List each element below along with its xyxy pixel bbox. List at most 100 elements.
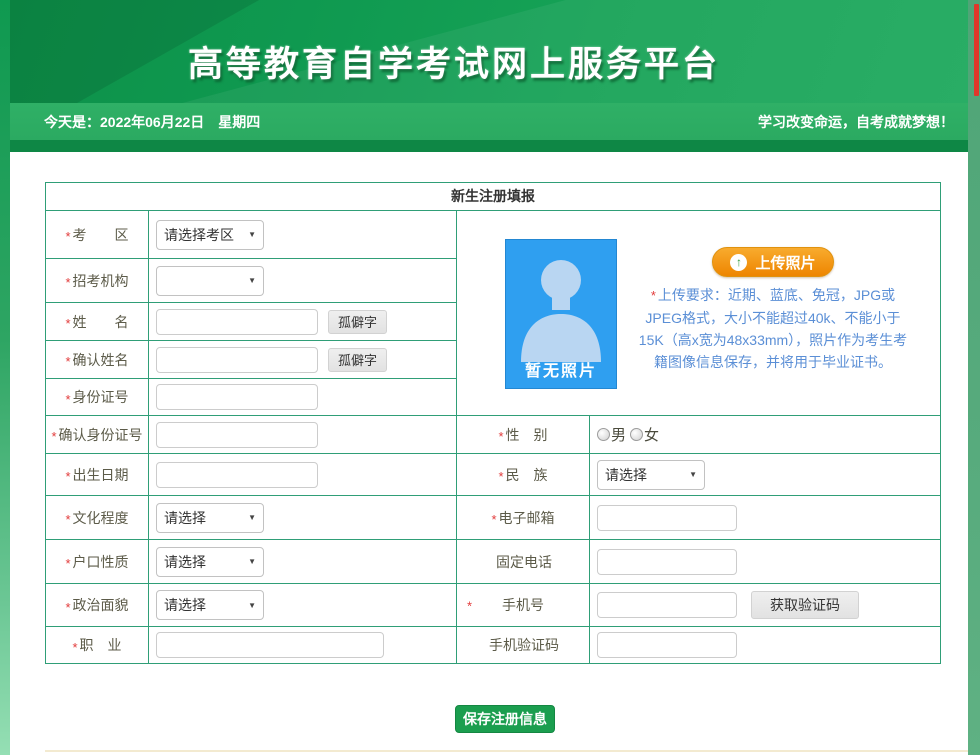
table-row: *身份证号	[46, 379, 456, 416]
field-cell	[149, 454, 456, 495]
required-asterisk: *	[65, 316, 70, 331]
exam-area-select[interactable]: 请选择考区▼	[156, 220, 264, 250]
name-input[interactable]	[156, 309, 318, 335]
gender-radio-female[interactable]	[630, 428, 643, 441]
admission-org-select[interactable]: ▼	[156, 266, 264, 296]
table-row: *确认姓名 孤僻字	[46, 341, 456, 379]
field-label: *电子邮箱	[457, 496, 590, 539]
field-cell: 请选择▼	[149, 540, 456, 583]
field-label: *文化程度	[46, 496, 149, 539]
field-label: *职 业	[46, 627, 149, 663]
field-cell: 孤僻字	[149, 341, 456, 378]
field-label: *身份证号	[46, 379, 149, 415]
required-asterisk: *	[65, 556, 70, 571]
form-title: 新生注册填报	[46, 183, 940, 211]
field-cell	[590, 540, 940, 583]
field-cell: 男 女	[590, 416, 940, 453]
confirm-id-number-input[interactable]	[156, 422, 318, 448]
mobile-input[interactable]	[597, 592, 737, 618]
table-row: *确认身份证号	[46, 416, 456, 454]
required-asterisk: *	[651, 288, 656, 303]
required-asterisk: *	[65, 392, 70, 407]
photo-placeholder: 暂无照片	[505, 239, 617, 389]
occupation-input[interactable]	[156, 632, 384, 658]
required-asterisk: *	[65, 512, 70, 527]
field-label: *招考机构	[46, 259, 149, 302]
table-row: *考 区 请选择考区▼	[46, 211, 456, 259]
field-label: *政治面貌	[46, 584, 149, 626]
left-edge-strip	[0, 0, 10, 755]
required-asterisk: *	[498, 469, 503, 484]
field-cell: 请选择▼	[149, 584, 456, 626]
table-row: *姓 名 孤僻字	[46, 303, 456, 341]
gender-radio-male[interactable]	[597, 428, 610, 441]
table-row: *出生日期	[46, 454, 456, 496]
table-row: *政治面貌 请选择▼	[46, 584, 456, 627]
scrollbar-thumb[interactable]	[974, 4, 979, 96]
field-label: *确认身份证号	[46, 416, 149, 453]
photo-section: 暂无照片 ↑ 上传照片 *上传要求：近期、蓝底、免冠，JPG或JPEG格式，大小…	[457, 211, 940, 416]
ethnicity-select[interactable]: 请选择▼	[597, 460, 705, 490]
field-label: *民 族	[457, 454, 590, 495]
form-left-column: *考 区 请选择考区▼ *招考机构 ▼ *姓 名 孤僻字	[46, 211, 456, 663]
field-label: *出生日期	[46, 454, 149, 495]
chevron-down-icon: ▼	[248, 513, 256, 522]
required-asterisk: *	[491, 512, 496, 527]
date-bar: 今天是：2022年06月22日 星期四 学习改变命运，自考成就梦想！	[10, 103, 968, 140]
table-row: 固定电话	[457, 540, 940, 584]
household-type-select[interactable]: 请选择▼	[156, 547, 264, 577]
landline-input[interactable]	[597, 549, 737, 575]
required-asterisk: *	[65, 275, 70, 290]
rare-char-button[interactable]: 孤僻字	[328, 310, 387, 334]
field-cell: 请选择▼	[149, 496, 456, 539]
rare-char-button[interactable]: 孤僻字	[328, 348, 387, 372]
field-cell: 获取验证码	[590, 584, 940, 626]
field-label: *性 别	[457, 416, 590, 453]
upload-photo-button[interactable]: ↑ 上传照片	[712, 247, 833, 277]
gender-option-label: 男	[611, 424, 626, 445]
table-row: *手机号 获取验证码	[457, 584, 940, 627]
bottom-divider	[45, 750, 968, 752]
table-row: *户口性质 请选择▼	[46, 540, 456, 584]
chevron-down-icon: ▼	[248, 601, 256, 610]
field-label: *户口性质	[46, 540, 149, 583]
header-divider	[10, 140, 968, 152]
confirm-name-input[interactable]	[156, 347, 318, 373]
education-level-select[interactable]: 请选择▼	[156, 503, 264, 533]
photo-upload-area: ↑ 上传照片 *上传要求：近期、蓝底、免冠，JPG或JPEG格式，大小不能超过4…	[635, 247, 911, 415]
scrollbar-track[interactable]	[968, 0, 980, 755]
required-asterisk: *	[65, 354, 70, 369]
birth-date-input[interactable]	[156, 462, 318, 488]
political-status-select[interactable]: 请选择▼	[156, 590, 264, 620]
field-cell: 请选择▼	[590, 454, 940, 495]
field-label: *姓 名	[46, 303, 149, 340]
gender-option-label: 女	[644, 424, 659, 445]
form-body: *考 区 请选择考区▼ *招考机构 ▼ *姓 名 孤僻字	[46, 211, 940, 663]
field-cell	[590, 627, 940, 663]
field-cell: 孤僻字	[149, 303, 456, 340]
slogan-text: 学习改变命运，自考成就梦想！	[758, 112, 954, 132]
table-row: *民 族 请选择▼	[457, 454, 940, 496]
field-label: *考 区	[46, 211, 149, 258]
required-asterisk: *	[51, 429, 56, 444]
table-row: *职 业	[46, 627, 456, 663]
table-row: *文化程度 请选择▼	[46, 496, 456, 540]
field-cell	[590, 496, 940, 539]
page-title: 高等教育自学考试网上服务平台	[10, 36, 898, 87]
table-row: *性 别 男 女	[457, 416, 940, 454]
sms-code-input[interactable]	[597, 632, 737, 658]
chevron-down-icon: ▼	[248, 276, 256, 285]
get-sms-code-button[interactable]: 获取验证码	[751, 591, 859, 619]
chevron-down-icon: ▼	[689, 470, 697, 479]
email-input[interactable]	[597, 505, 737, 531]
field-cell	[149, 379, 456, 415]
required-asterisk: *	[467, 599, 472, 614]
required-asterisk: *	[65, 229, 70, 244]
table-row: 手机验证码	[457, 627, 940, 663]
field-label: *手机号	[457, 584, 590, 626]
id-number-input[interactable]	[156, 384, 318, 410]
page: 高等教育自学考试网上服务平台 今天是：2022年06月22日 星期四 学习改变命…	[0, 0, 980, 755]
registration-form: 新生注册填报 *考 区 请选择考区▼ *招考机构 ▼ *姓 名	[45, 182, 941, 664]
save-registration-button[interactable]: 保存注册信息	[455, 705, 555, 733]
required-asterisk: *	[65, 600, 70, 615]
